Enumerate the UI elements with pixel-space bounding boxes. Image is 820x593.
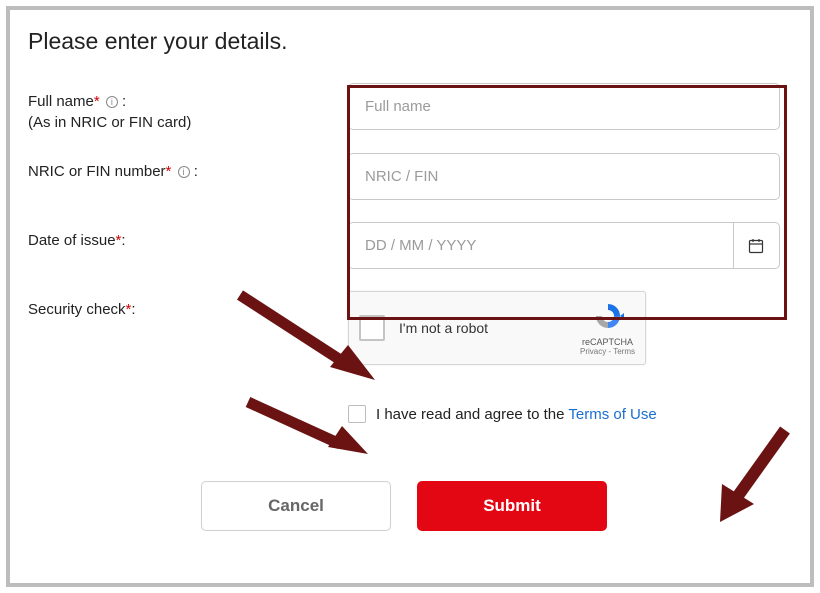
label-fullname-sub: (As in NRIC or FIN card) [28,114,348,131]
colon: : [122,93,126,110]
fullname-input[interactable] [348,83,780,130]
recaptcha-terms-link[interactable]: Terms [613,347,635,356]
doi-input[interactable] [348,222,734,269]
colon: : [131,301,135,318]
consent-text: I have read and agree to the Terms of Us… [376,406,657,423]
recaptcha-links: Privacy - Terms [580,347,635,356]
recaptcha-checkbox[interactable] [359,315,385,341]
required-mark: * [94,93,100,110]
row-doi: Date of issue*: [28,222,780,269]
info-icon[interactable]: i [106,96,118,108]
label-security-text: Security check [28,301,126,318]
calendar-icon [748,238,764,254]
form: Full name* i : (As in NRIC or FIN card) … [28,83,780,531]
label-security: Security check*: [28,291,348,318]
row-consent: I have read and agree to the Terms of Us… [28,395,780,451]
row-security: Security check*: I'm not a robot reCAPTC… [28,291,780,365]
row-nric: NRIC or FIN number* i : [28,153,780,200]
recaptcha-branding: reCAPTCHA Privacy - Terms [580,301,635,356]
label-nric: NRIC or FIN number* i : [28,153,348,180]
button-row: Cancel Submit [28,481,780,531]
terms-of-use-link[interactable]: Terms of Use [568,406,656,423]
info-icon[interactable]: i [178,166,190,178]
consent-prefix: I have read and agree to the [376,406,568,423]
recaptcha-text: I'm not a robot [399,320,580,336]
required-mark: * [166,163,172,180]
label-fullname: Full name* i : (As in NRIC or FIN card) [28,83,348,131]
recaptcha-brand: reCAPTCHA [580,337,635,347]
datepicker-button[interactable] [734,222,780,269]
label-doi-text: Date of issue [28,232,116,249]
colon: : [194,163,198,180]
label-fullname-text: Full name [28,93,94,110]
form-panel: Please enter your details. Full name* i … [6,6,814,587]
consent-checkbox[interactable] [348,405,366,423]
nric-input[interactable] [348,153,780,200]
recaptcha-widget: I'm not a robot reCAPTCHA Privacy - Term… [348,291,646,365]
row-fullname: Full name* i : (As in NRIC or FIN card) [28,83,780,131]
label-doi: Date of issue*: [28,222,348,249]
label-nric-text: NRIC or FIN number [28,163,166,180]
submit-button[interactable]: Submit [417,481,607,531]
colon: : [121,232,125,249]
recaptcha-icon [590,301,626,331]
recaptcha-privacy-link[interactable]: Privacy [580,347,606,356]
page-heading: Please enter your details. [28,28,780,55]
cancel-button[interactable]: Cancel [201,481,391,531]
